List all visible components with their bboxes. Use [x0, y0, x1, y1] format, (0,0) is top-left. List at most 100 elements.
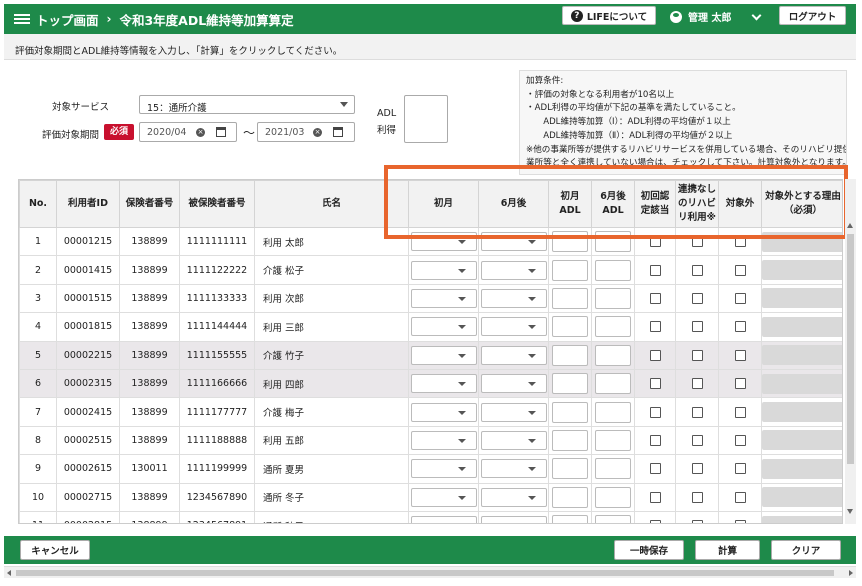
menu-icon[interactable] — [14, 14, 30, 24]
vertical-scrollbar[interactable] — [845, 179, 856, 524]
six-month-select[interactable] — [480, 402, 547, 422]
six-adl-input[interactable] — [595, 486, 631, 508]
no-link-rehab-checkbox[interactable] — [691, 292, 703, 304]
first-adl-input[interactable] — [552, 429, 588, 451]
clear-button[interactable]: クリア — [771, 540, 841, 560]
calendar-icon[interactable] — [333, 127, 343, 137]
six-month-select[interactable] — [480, 516, 547, 523]
scroll-down-icon[interactable] — [847, 509, 853, 514]
initial-cert-checkbox[interactable] — [649, 292, 661, 304]
scroll-up-icon[interactable] — [847, 223, 853, 228]
first-month-select[interactable] — [410, 345, 477, 365]
exclusion-reason-input[interactable] — [762, 430, 842, 451]
no-link-rehab-checkbox[interactable] — [691, 321, 703, 333]
first-month-select[interactable] — [410, 374, 477, 394]
exclusion-reason-input[interactable] — [762, 260, 842, 281]
initial-cert-checkbox[interactable] — [649, 264, 661, 276]
six-adl-input[interactable] — [595, 373, 631, 395]
exclusion-reason-input[interactable] — [762, 402, 842, 423]
exclusion-reason-input[interactable] — [762, 316, 842, 337]
calendar-icon[interactable] — [216, 127, 226, 137]
user-menu[interactable]: 管理 太郎 — [670, 9, 731, 24]
six-adl-input[interactable] — [595, 401, 631, 423]
first-month-select[interactable] — [410, 487, 477, 507]
initial-cert-checkbox[interactable] — [649, 349, 661, 361]
first-month-select[interactable] — [410, 288, 477, 308]
six-month-select[interactable] — [480, 345, 547, 365]
scroll-thumb[interactable] — [847, 234, 854, 464]
excluded-checkbox[interactable] — [734, 264, 746, 276]
six-month-select[interactable] — [480, 487, 547, 507]
first-month-select[interactable] — [410, 459, 477, 479]
no-link-rehab-checkbox[interactable] — [691, 406, 703, 418]
six-adl-input[interactable] — [595, 458, 631, 480]
scroll-left-icon[interactable] — [7, 570, 11, 576]
excluded-checkbox[interactable] — [734, 491, 746, 503]
no-link-rehab-checkbox[interactable] — [691, 349, 703, 361]
first-adl-input[interactable] — [552, 373, 588, 395]
six-adl-input[interactable] — [595, 515, 631, 523]
clear-date-from-icon[interactable]: × — [196, 128, 205, 137]
cancel-button[interactable]: キャンセル — [20, 540, 90, 560]
first-adl-input[interactable] — [552, 259, 588, 281]
excluded-checkbox[interactable] — [734, 406, 746, 418]
exclusion-reason-input[interactable] — [762, 458, 842, 479]
excluded-checkbox[interactable] — [734, 292, 746, 304]
initial-cert-checkbox[interactable] — [649, 378, 661, 390]
no-link-rehab-checkbox[interactable] — [691, 264, 703, 276]
six-adl-input[interactable] — [595, 429, 631, 451]
initial-cert-checkbox[interactable] — [649, 434, 661, 446]
logout-button[interactable]: ログアウト — [779, 6, 846, 25]
six-month-select[interactable] — [480, 288, 547, 308]
first-adl-input[interactable] — [552, 316, 588, 338]
initial-cert-checkbox[interactable] — [649, 321, 661, 333]
initial-cert-checkbox[interactable] — [649, 463, 661, 475]
no-link-rehab-checkbox[interactable] — [691, 463, 703, 475]
exclusion-reason-input[interactable] — [762, 487, 842, 508]
exclusion-reason-input[interactable] — [762, 345, 842, 366]
first-month-select[interactable] — [410, 430, 477, 450]
no-link-rehab-checkbox[interactable] — [691, 520, 703, 523]
clear-date-to-icon[interactable]: × — [313, 128, 322, 137]
first-adl-input[interactable] — [552, 515, 588, 523]
calculate-button[interactable]: 計算 — [695, 540, 760, 560]
excluded-checkbox[interactable] — [734, 321, 746, 333]
excluded-checkbox[interactable] — [734, 349, 746, 361]
six-month-select[interactable] — [480, 430, 547, 450]
horizontal-scrollbar[interactable] — [4, 566, 856, 578]
six-adl-input[interactable] — [595, 344, 631, 366]
no-link-rehab-checkbox[interactable] — [691, 378, 703, 390]
first-adl-input[interactable] — [552, 486, 588, 508]
exclusion-reason-input[interactable] — [762, 515, 842, 523]
scroll-thumb[interactable] — [16, 570, 834, 576]
exclusion-reason-input[interactable] — [762, 288, 842, 309]
no-link-rehab-checkbox[interactable] — [691, 434, 703, 446]
initial-cert-checkbox[interactable] — [649, 520, 661, 523]
excluded-checkbox[interactable] — [734, 434, 746, 446]
six-month-select[interactable] — [480, 459, 547, 479]
first-adl-input[interactable] — [552, 287, 588, 309]
excluded-checkbox[interactable] — [734, 378, 746, 390]
six-adl-input[interactable] — [595, 316, 631, 338]
service-select[interactable]: 15：通所介護 — [139, 95, 355, 114]
scroll-right-icon[interactable] — [849, 570, 853, 576]
six-adl-input[interactable] — [595, 259, 631, 281]
initial-cert-checkbox[interactable] — [649, 491, 661, 503]
first-adl-input[interactable] — [552, 458, 588, 480]
breadcrumb-top[interactable]: トップ画面 — [36, 10, 99, 29]
excluded-checkbox[interactable] — [734, 463, 746, 475]
excluded-checkbox[interactable] — [734, 520, 746, 523]
first-adl-input[interactable] — [552, 401, 588, 423]
first-month-select[interactable] — [410, 260, 477, 280]
exclusion-reason-input[interactable] — [762, 373, 842, 394]
six-month-select[interactable] — [480, 317, 547, 337]
no-link-rehab-checkbox[interactable] — [691, 491, 703, 503]
life-info-button[interactable]: ? LIFEについて — [562, 6, 656, 25]
first-adl-input[interactable] — [552, 344, 588, 366]
first-month-select[interactable] — [410, 317, 477, 337]
initial-cert-checkbox[interactable] — [649, 406, 661, 418]
six-month-select[interactable] — [480, 260, 547, 280]
temp-save-button[interactable]: 一時保存 — [614, 540, 684, 560]
first-month-select[interactable] — [410, 402, 477, 422]
first-month-select[interactable] — [410, 516, 477, 523]
